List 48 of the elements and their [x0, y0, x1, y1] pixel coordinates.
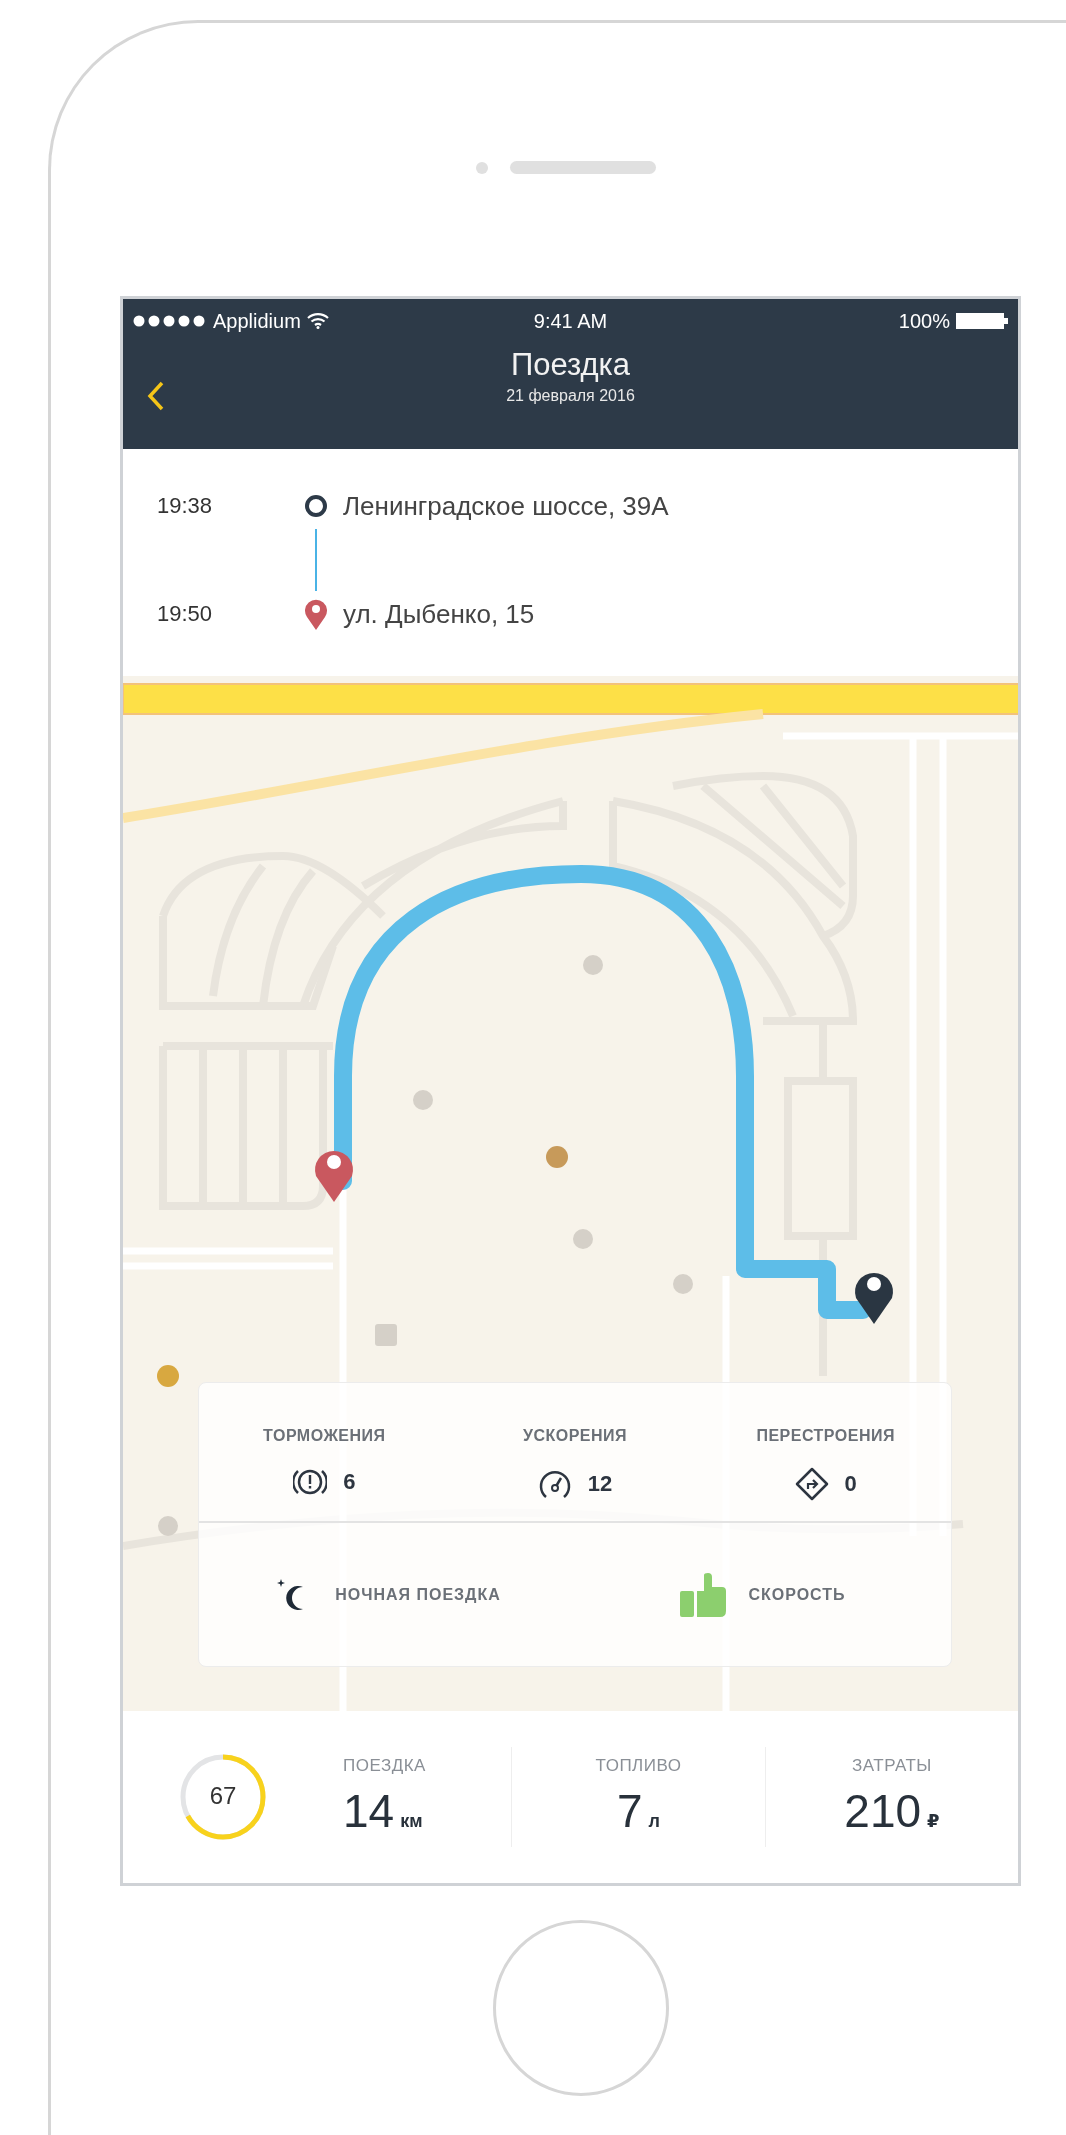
score-value: 67	[208, 1782, 238, 1810]
poi-marker	[573, 1229, 593, 1249]
poi-marker	[413, 1090, 433, 1110]
poi-marker	[673, 1274, 693, 1294]
badge-label: СКОРОСТЬ	[748, 1585, 846, 1604]
poi-marker	[583, 955, 603, 975]
metric-label: ПОЕЗДКА	[343, 1756, 426, 1776]
battery-percent: 100%	[898, 309, 950, 333]
event-label: УСКОРЕНИЯ	[522, 1427, 628, 1445]
store-marker	[375, 1324, 397, 1346]
camera-dot	[476, 161, 488, 174]
location-pin-icon	[304, 598, 328, 630]
destination-pin-icon	[315, 1150, 353, 1202]
metric-unit: л	[648, 1811, 660, 1832]
carrier-name: Applidium	[213, 309, 301, 333]
cafe-marker	[546, 1146, 568, 1168]
start-circle-icon	[304, 494, 328, 518]
poi-marker	[158, 1516, 178, 1536]
brake-warning-icon	[293, 1467, 328, 1497]
screen-title: Поездка	[510, 347, 631, 383]
stop-time: 19:38	[156, 493, 214, 519]
wifi-icon	[306, 313, 329, 329]
metric-label: ЗАТРАТЫ	[852, 1756, 932, 1776]
turn-sign-icon	[794, 1467, 829, 1501]
metric-value: 14	[343, 1784, 395, 1838]
metric-unit: км	[400, 1811, 423, 1832]
metric-unit: ₽	[927, 1810, 940, 1832]
metric-label: ТОПЛИВО	[595, 1756, 682, 1776]
battery-icon	[956, 313, 1008, 329]
restaurant-marker	[157, 1365, 179, 1387]
metric-value: 210	[844, 1784, 922, 1838]
event-count: 0	[844, 1471, 857, 1497]
route-connector-line	[315, 529, 317, 591]
event-label: ПЕРЕСТРОЕНИЯ	[756, 1427, 895, 1445]
badge-label: НОЧНАЯ ПОЕЗДКА	[335, 1585, 501, 1604]
event-count: 6	[343, 1469, 356, 1495]
stop-time: 19:50	[156, 601, 214, 627]
event-count: 12	[587, 1471, 613, 1497]
stop-address: Ленинградское шоссе, 39А	[343, 490, 669, 522]
start-pin-icon	[855, 1272, 893, 1324]
back-chevron-icon	[147, 380, 165, 412]
metric-value: 7	[617, 1784, 643, 1838]
event-label: ТОРМОЖЕНИЯ	[263, 1427, 386, 1445]
stop-address: ул. Дыбенко, 15	[343, 598, 535, 630]
thumbs-up-icon	[680, 1572, 727, 1617]
screen-subtitle: 21 февраля 2016	[506, 387, 635, 405]
signal-icon	[133, 315, 207, 327]
status-time: 9:41 AM	[533, 309, 608, 333]
